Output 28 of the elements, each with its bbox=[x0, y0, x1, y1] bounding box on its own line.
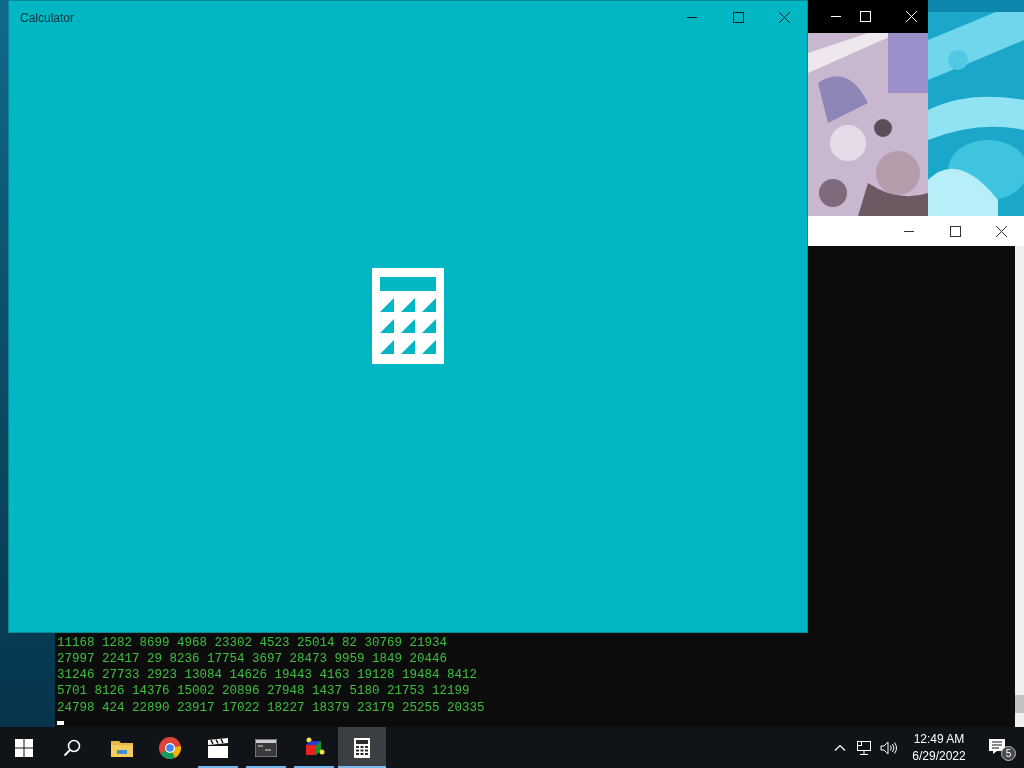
taskbar-app-button[interactable] bbox=[338, 727, 386, 768]
close-icon bbox=[778, 12, 790, 23]
calculator-icon bbox=[372, 268, 444, 364]
close-icon bbox=[995, 225, 1007, 237]
search-icon bbox=[63, 738, 81, 757]
notifications-button[interactable]: 5 bbox=[976, 727, 1024, 768]
chrome-icon bbox=[159, 736, 181, 759]
clock[interactable]: 12:49 AM 6/29/2022 bbox=[904, 727, 974, 768]
console-line: 27997 22417 29 8236 17754 3697 28473 9959 1849 20446 bbox=[57, 650, 449, 668]
windows-logo-icon bbox=[15, 738, 33, 757]
console-line: 31246 27733 2923 13084 14626 19443 4163 19128 19484 8412 bbox=[57, 667, 479, 684]
window-title: Calculator bbox=[20, 9, 75, 27]
maximize-icon bbox=[859, 11, 871, 22]
chevron-up-icon bbox=[834, 744, 846, 751]
console-icon bbox=[255, 738, 277, 757]
close-icon bbox=[905, 11, 917, 22]
console-line: 11168 1282 8699 4968 23302 4523 25014 82 30769 21934 bbox=[57, 634, 449, 651]
maximize-icon bbox=[732, 12, 744, 23]
notification-count: 5 bbox=[1001, 746, 1016, 761]
console-line: 5701 8126 14376 15002 20896 27948 1437 5180 21753 12199 bbox=[57, 683, 471, 700]
clapperboard-icon bbox=[207, 737, 229, 758]
maximize-icon bbox=[949, 225, 961, 237]
folder-icon bbox=[111, 738, 133, 757]
calculator-icon bbox=[354, 737, 370, 758]
text-cursor bbox=[57, 721, 64, 725]
console-line: 24798 424 22890 23917 17022 18227 18379 23179 25255 20335 bbox=[57, 699, 486, 716]
scrollbar[interactable] bbox=[1015, 246, 1024, 727]
message-icon bbox=[989, 739, 1005, 754]
